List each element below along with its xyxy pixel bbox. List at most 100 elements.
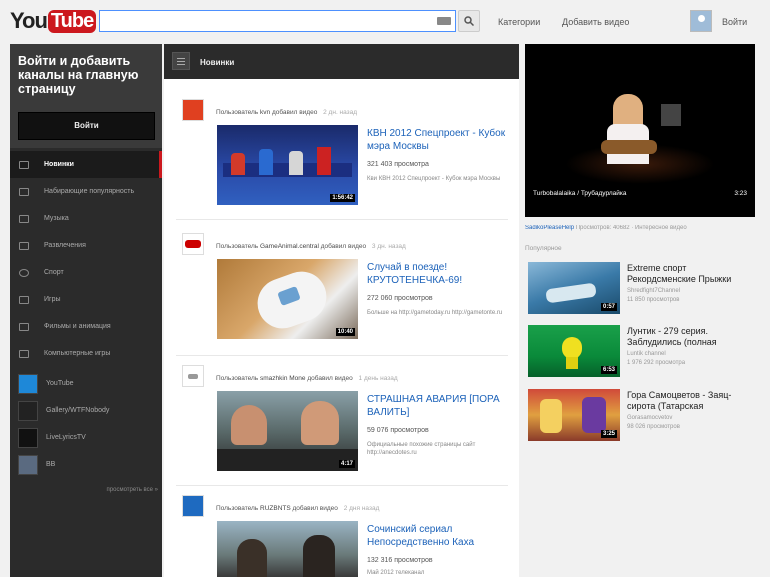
sidebar-item-trending[interactable]: Набирающие популярность	[10, 178, 162, 205]
video-title-link[interactable]: КВН 2012 Спецпроект - Кубок мэра Москвы	[367, 127, 507, 153]
sidebar-channel-livelyrics[interactable]: LiveLyricsTV	[10, 424, 162, 451]
video-thumbnail[interactable]: 3:25	[528, 389, 620, 441]
channel-thumbnail	[18, 454, 38, 475]
signin-button[interactable]: Войти	[18, 112, 155, 140]
feed-item-line: Пользователь kvn добавил видео 2 дн. наз…	[216, 109, 357, 116]
sidebar-item-music[interactable]: Музыка	[10, 205, 162, 232]
sidebar-item-label: Компьютерные игры	[44, 350, 111, 357]
view-count: 321 403 просмотра	[367, 161, 429, 168]
channel-thumbnail	[18, 373, 38, 394]
user-link[interactable]: kvn	[260, 109, 270, 116]
player-channel-link[interactable]: SadikoPleaseHelp	[525, 225, 574, 231]
recommended-item[interactable]: 6:53 Лунтик - 279 серия. Заблудились (по…	[528, 325, 753, 379]
search-button[interactable]	[458, 10, 480, 32]
user-link[interactable]: GameAnimal.central	[260, 243, 319, 250]
feed-item-line: Пользователь RUZBNTS добавил видео 2 дня…	[216, 505, 379, 512]
view-count: 11 850 просмотров	[627, 297, 680, 303]
film-icon	[18, 241, 30, 251]
logo-you: You	[10, 8, 48, 33]
channel-avatar[interactable]	[182, 495, 204, 517]
divider	[176, 219, 508, 220]
signin-link[interactable]: Войти	[722, 17, 747, 27]
view-count: 132 316 просмотров	[367, 557, 433, 564]
video-duration: 3:25	[600, 430, 617, 438]
video-description: Больше на http://gametoday.ru http://gam…	[367, 310, 503, 316]
video-thumbnail[interactable]: 0:57	[528, 262, 620, 314]
video-thumbnail[interactable]	[217, 521, 358, 577]
video-thumbnail[interactable]: 1:56:42	[217, 125, 358, 205]
recommended-channel[interactable]: Luntik channel	[627, 351, 666, 357]
video-title-link[interactable]: СТРАШНАЯ АВАРИЯ [ПОРА ВАЛИТЬ]	[367, 393, 507, 419]
timestamp: 3 дн. назад	[371, 243, 406, 250]
sidebar-item-sports[interactable]: Спорт	[10, 259, 162, 286]
sidebar-channel-label: LiveLyricsTV	[46, 434, 86, 441]
signin-promo: Войти и добавить каналы на главную стран…	[10, 44, 162, 148]
clapper-icon	[18, 322, 30, 332]
trending-icon	[18, 187, 30, 197]
avatar[interactable]	[690, 10, 712, 32]
logo-tube: Tube	[47, 9, 97, 33]
sidebar-item-label: Новинки	[44, 161, 74, 168]
action-text: добавил видео	[292, 505, 338, 512]
sidebar-channel-label: Gallery/WTFNobody	[46, 407, 110, 414]
channel-avatar[interactable]	[182, 233, 204, 255]
feed-title: Новинки	[200, 58, 235, 67]
action-text: добавил видео	[271, 109, 318, 116]
divider	[176, 355, 508, 356]
user-link[interactable]: smazhkin Mone	[260, 375, 306, 382]
recommended-title-link[interactable]: Гора Самоцветов - Заяц-сирота (Татарская	[627, 390, 752, 412]
user-prefix: Пользователь	[216, 375, 259, 382]
feed-header: Новинки	[164, 44, 519, 79]
featured-video-player[interactable]: Turbobalalaika / Трубадурлайка 3:23	[525, 44, 755, 217]
recommended-channel[interactable]: Shredfight7Channel	[627, 288, 680, 294]
video-title-link[interactable]: Случай в поезде! КРУТОТЕНЕЧКА-69!	[367, 261, 507, 287]
recommended-title-link[interactable]: Extreme спорт Рекордсменские Прыжки	[627, 263, 752, 285]
channel-avatar[interactable]	[182, 99, 204, 121]
video-title-link[interactable]: Сочинский сериал Непосредственно Каха	[367, 523, 507, 549]
recommended-title-link[interactable]: Лунтик - 279 серия. Заблудились (полная	[627, 326, 752, 348]
sidebar-channel-bb[interactable]: ВВ	[10, 451, 162, 478]
search-input[interactable]	[99, 10, 456, 32]
recommended-heading: Популярное	[525, 245, 562, 252]
recommended-item[interactable]: 3:25 Гора Самоцветов - Заяц-сирота (Тата…	[528, 389, 753, 443]
video-thumbnail[interactable]: 6:53	[528, 325, 620, 377]
player-meta: SadikoPleaseHelp Просмотров: 40682 · Инт…	[525, 225, 755, 231]
sidebar-item-label: Спорт	[44, 269, 64, 276]
categories-link[interactable]: Категории	[498, 17, 540, 27]
video-description: Май 2012 телеканал	[367, 570, 425, 576]
video-duration: 10:40	[335, 328, 355, 336]
list-icon	[18, 160, 30, 170]
keyboard-icon[interactable]	[437, 17, 451, 25]
video-description: Официальные похожие страницы сайт http:/…	[367, 442, 476, 456]
menu-icon[interactable]	[172, 52, 190, 70]
user-prefix: Пользователь	[216, 109, 259, 116]
upload-link[interactable]: Добавить видео	[562, 17, 629, 27]
sidebar-item-label: Набирающие популярность	[44, 188, 135, 195]
divider	[176, 485, 508, 486]
channel-thumbnail	[18, 400, 38, 421]
see-all-channels-link[interactable]: просмотреть все »	[10, 487, 158, 493]
sidebar-item-entertainment[interactable]: Развлечения	[10, 232, 162, 259]
sidebar-item-new[interactable]: Новинки	[10, 151, 162, 178]
channel-avatar[interactable]	[182, 365, 204, 387]
video-thumbnail[interactable]: 10:40	[217, 259, 358, 339]
timestamp: 2 дн. назад	[323, 109, 358, 116]
sidebar-item-computer-games[interactable]: Компьютерные игры	[10, 340, 162, 367]
masthead: You Tube Категории Добавить видео Войти	[0, 0, 770, 44]
sidebar-item-film-animation[interactable]: Фильмы и анимация	[10, 313, 162, 340]
sidebar-channel-gallery[interactable]: Gallery/WTFNobody	[10, 397, 162, 424]
view-count: 98 026 просмотров	[627, 424, 680, 430]
video-thumbnail[interactable]: 4:17	[217, 391, 358, 471]
player-meta-text: Просмотров: 40682 · Интересное видео	[575, 225, 687, 231]
recommended-channel[interactable]: Gorasamocvetov	[627, 415, 672, 421]
channel-thumbnail	[18, 427, 38, 448]
sidebar-channel-youtube[interactable]: YouTube	[10, 370, 162, 397]
joystick-icon	[18, 349, 30, 359]
recommended-item[interactable]: 0:57 Extreme спорт Рекордсменские Прыжки…	[528, 262, 753, 316]
youtube-logo[interactable]: You Tube	[10, 8, 97, 34]
sidebar-item-games[interactable]: Игры	[10, 286, 162, 313]
sidebar-item-label: Фильмы и анимация	[44, 323, 111, 330]
user-prefix: Пользователь	[216, 243, 259, 250]
user-link[interactable]: RUZBNTS	[260, 505, 291, 512]
video-description: Кви КВН 2012 Спецпроект - Кубок мэра Мос…	[367, 176, 501, 182]
